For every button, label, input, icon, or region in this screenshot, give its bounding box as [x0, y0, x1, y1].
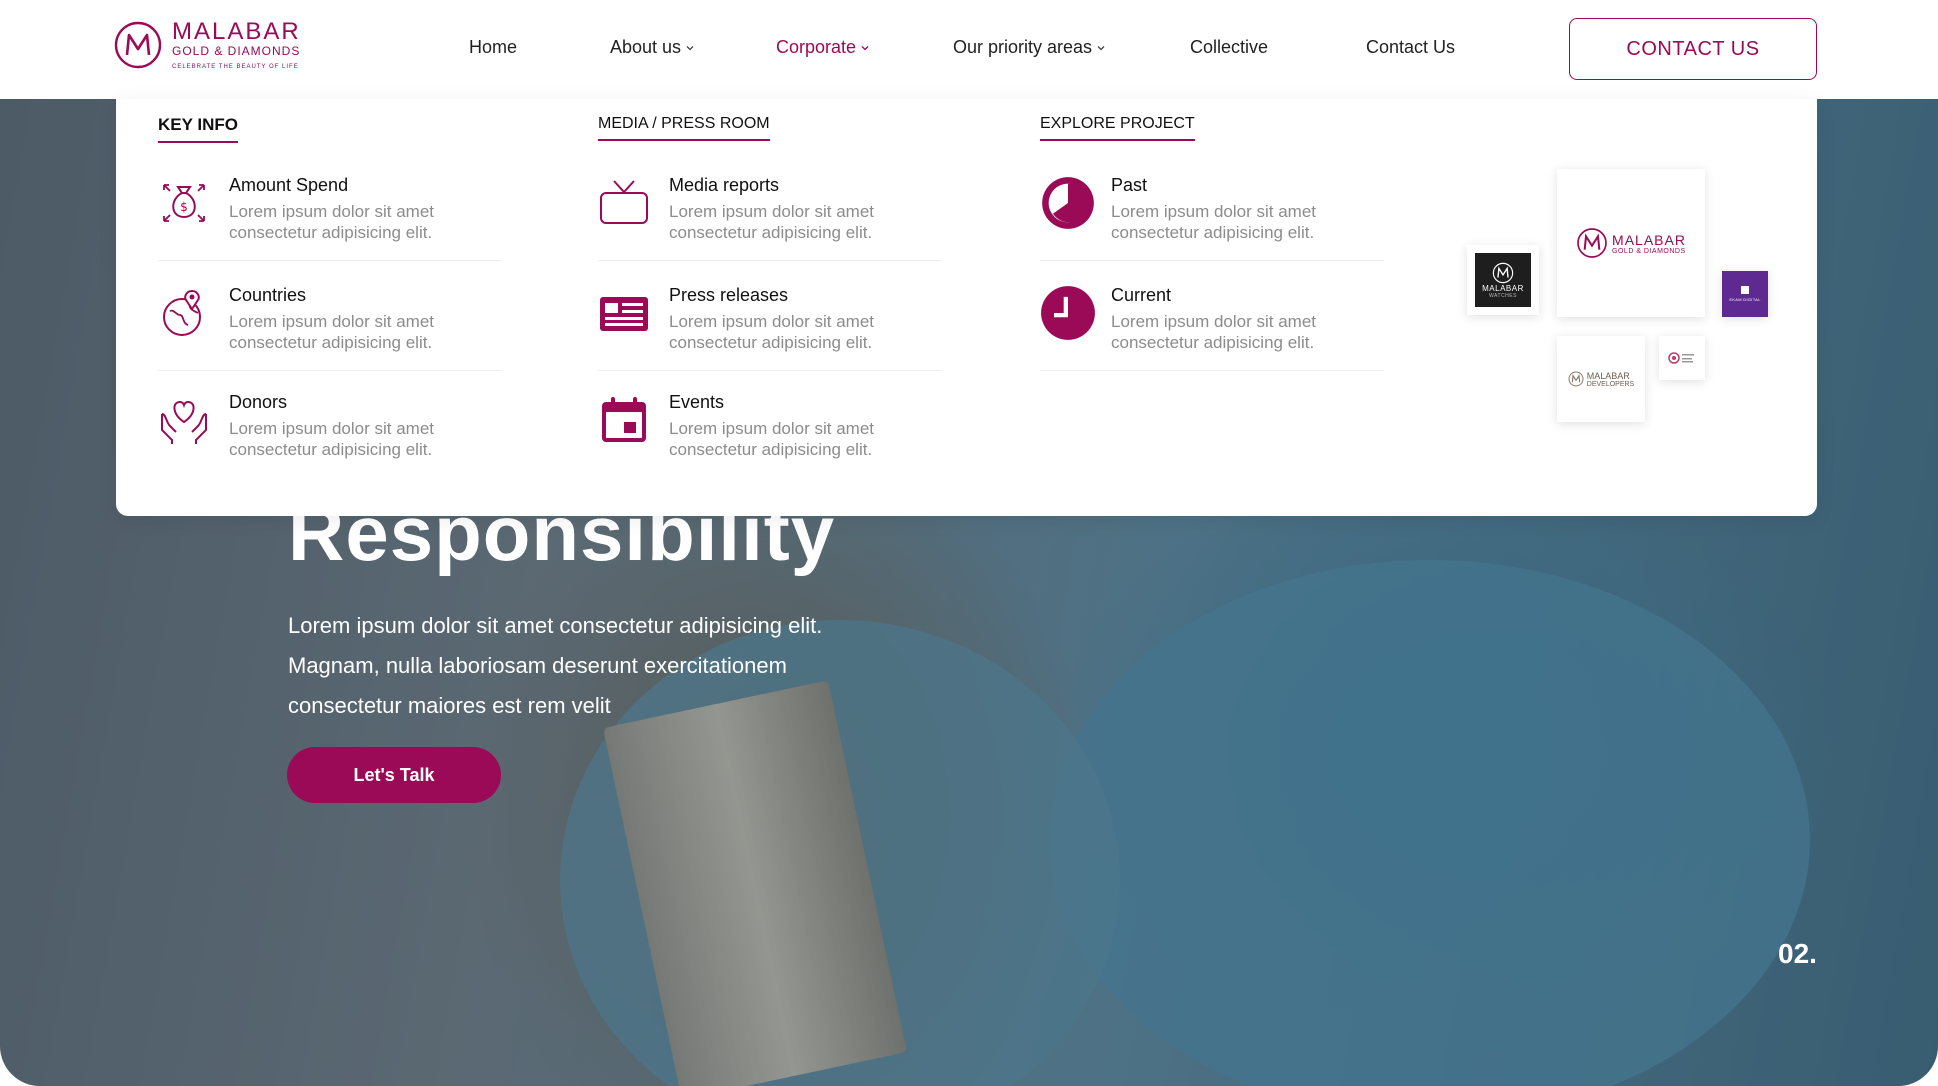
logo-tagline: CELEBRATE THE BEAUTY OF LIFE — [172, 64, 299, 70]
nav-priority-areas[interactable]: Our priority areas — [953, 37, 1106, 58]
menu-item-title: Media reports — [669, 175, 780, 195]
column-heading: MEDIA / PRESS ROOM — [598, 115, 770, 141]
desc-line: Lorem ipsum dolor sit amet — [669, 419, 875, 438]
globe-pin-icon — [163, 289, 201, 336]
hero-text-line: consectetur maiores est rem velit — [288, 693, 611, 718]
heart-hands-icon — [161, 400, 207, 444]
brand-name: MALABAR — [1612, 231, 1686, 248]
menu-item-title: Donors — [229, 392, 288, 412]
pie-clock-icon — [1042, 177, 1094, 229]
brand-card-flower[interactable] — [1659, 336, 1705, 380]
nav-label: About us — [610, 37, 682, 57]
nav-corporate[interactable]: Corporate — [776, 37, 870, 58]
desc-line: consectetur adipisicing elit. — [669, 440, 873, 459]
desc-line: consectetur adipisicing elit. — [229, 223, 433, 242]
brand-sub: WATCHES — [1489, 292, 1517, 299]
desc-line: Lorem ipsum dolor sit amet — [669, 202, 875, 221]
menu-item-title: Events — [669, 392, 725, 412]
flower-logo-icon — [1668, 352, 1694, 364]
hero-text: Lorem ipsum dolor sit amet consectetur a… — [288, 606, 928, 726]
money-bag-icon: $ — [163, 184, 205, 222]
menu-item-title: Past — [1111, 175, 1148, 195]
nav-collective[interactable]: Collective — [1190, 37, 1268, 58]
menu-item-events[interactable]: Events Lorem ipsum dolor sit amet consec… — [598, 386, 942, 478]
brand-text: MALABAR DEVELOPERS — [1587, 371, 1634, 388]
desc-line: Lorem ipsum dolor sit amet — [1111, 312, 1317, 331]
brand-name: EKAM DIGITAL — [1729, 297, 1761, 302]
desc-line: Lorem ipsum dolor sit amet — [229, 419, 435, 438]
menu-item-desc: Lorem ipsum dolor sit amet consectetur a… — [229, 418, 499, 460]
nav-contact-us[interactable]: Contact Us — [1366, 37, 1455, 58]
desc-line: consectetur adipisicing elit. — [229, 333, 433, 352]
menu-item-past[interactable]: Past Lorem ipsum dolor sit amet consecte… — [1040, 169, 1384, 261]
column-heading: KEY INFO — [158, 115, 238, 143]
tv-icon — [600, 180, 648, 224]
brand-text: MALABAR GOLD & DIAMONDS — [1612, 232, 1686, 255]
menu-item-title: Current — [1111, 285, 1172, 305]
desc-line: Lorem ipsum dolor sit amet — [229, 312, 435, 331]
newspaper-icon — [600, 297, 648, 331]
brand-sub: DEVELOPERS — [1586, 380, 1635, 388]
column-heading: EXPLORE PROJECT — [1040, 115, 1195, 141]
chevron-down-icon — [1097, 45, 1105, 50]
brand-sub: GOLD & DIAMONDS — [1612, 247, 1686, 255]
watches-logo: MALABAR WATCHES — [1475, 253, 1531, 307]
chevron-down-icon — [686, 45, 694, 50]
hero-text-line: Lorem ipsum dolor sit amet consectetur a… — [288, 613, 823, 638]
menu-item-desc: Lorem ipsum dolor sit amet consectetur a… — [229, 311, 499, 353]
chevron-down-icon — [861, 45, 869, 50]
nav-label: Collective — [1190, 37, 1269, 57]
menu-item-desc: Lorem ipsum dolor sit amet consectetur a… — [229, 201, 499, 243]
menu-item-donors[interactable]: Donors Lorem ipsum dolor sit amet consec… — [158, 386, 502, 478]
menu-item-desc: Lorem ipsum dolor sit amet consectetur a… — [1111, 201, 1381, 243]
malabar-logo-icon — [1492, 262, 1514, 283]
brand-name: MALABAR — [1482, 283, 1524, 293]
desc-line: Lorem ipsum dolor sit amet — [1111, 202, 1317, 221]
desc-line: consectetur adipisicing elit. — [1111, 333, 1315, 352]
svg-text:$: $ — [180, 200, 188, 214]
ekam-logo-mark — [1741, 286, 1749, 294]
desc-line: Lorem ipsum dolor sit amet — [229, 202, 435, 221]
nav-label: Our priority areas — [953, 37, 1093, 57]
site-header: MALABAR GOLD & DIAMONDS CELEBRATE THE BE… — [0, 0, 1938, 99]
menu-item-amount-spend[interactable]: $ Amount Spend Lorem ipsum dolor sit ame… — [158, 169, 502, 261]
menu-item-current[interactable]: Current Lorem ipsum dolor sit amet conse… — [1040, 279, 1384, 371]
nav-about-us[interactable]: About us — [610, 37, 695, 58]
malabar-logo-icon — [1568, 371, 1584, 387]
lets-talk-button[interactable]: Let's Talk — [287, 747, 501, 803]
desc-line: consectetur adipisicing elit. — [1111, 223, 1315, 242]
nav-home[interactable]: Home — [469, 37, 517, 58]
menu-item-media-reports[interactable]: Media reports Lorem ipsum dolor sit amet… — [598, 169, 942, 261]
menu-item-desc: Lorem ipsum dolor sit amet consectetur a… — [669, 201, 939, 243]
menu-item-countries[interactable]: Countries Lorem ipsum dolor sit amet con… — [158, 279, 502, 371]
nav-label: Contact Us — [1366, 37, 1456, 57]
nav-label: Home — [469, 37, 518, 57]
menu-item-title: Press releases — [669, 285, 789, 305]
menu-item-title: Countries — [229, 285, 307, 305]
clock-icon — [1041, 286, 1095, 340]
brand-card-gold-diamonds[interactable]: MALABAR GOLD & DIAMONDS — [1557, 169, 1705, 317]
slide-number: 02. — [1778, 938, 1817, 969]
malabar-logo-icon — [1577, 228, 1607, 258]
brand-card-ekam-digital[interactable]: EKAM DIGITAL — [1722, 271, 1768, 317]
hero-text-line: Magnam, nulla laboriosam deserunt exerci… — [288, 653, 787, 678]
menu-item-desc: Lorem ipsum dolor sit amet consectetur a… — [669, 418, 939, 460]
desc-line: consectetur adipisicing elit. — [229, 440, 433, 459]
menu-item-desc: Lorem ipsum dolor sit amet consectetur a… — [669, 311, 939, 353]
contact-us-button[interactable]: CONTACT US — [1569, 18, 1817, 80]
nav-label: Corporate — [776, 37, 857, 57]
calendar-icon — [602, 397, 646, 442]
brand-card-developers[interactable]: MALABAR DEVELOPERS — [1557, 336, 1645, 422]
menu-item-title: Amount Spend — [229, 175, 349, 195]
desc-line: Lorem ipsum dolor sit amet — [669, 312, 875, 331]
brand-name: MALABAR — [1586, 370, 1630, 381]
menu-item-press-releases[interactable]: Press releases Lorem ipsum dolor sit ame… — [598, 279, 942, 371]
corporate-mega-menu: KEY INFO $ Amount Spend Lorem ipsum dolo… — [116, 99, 1817, 516]
menu-item-desc: Lorem ipsum dolor sit amet consectetur a… — [1111, 311, 1381, 353]
brand-card-watches[interactable]: MALABAR WATCHES — [1467, 245, 1539, 315]
desc-line: consectetur adipisicing elit. — [669, 333, 873, 352]
desc-line: consectetur adipisicing elit. — [669, 223, 873, 242]
